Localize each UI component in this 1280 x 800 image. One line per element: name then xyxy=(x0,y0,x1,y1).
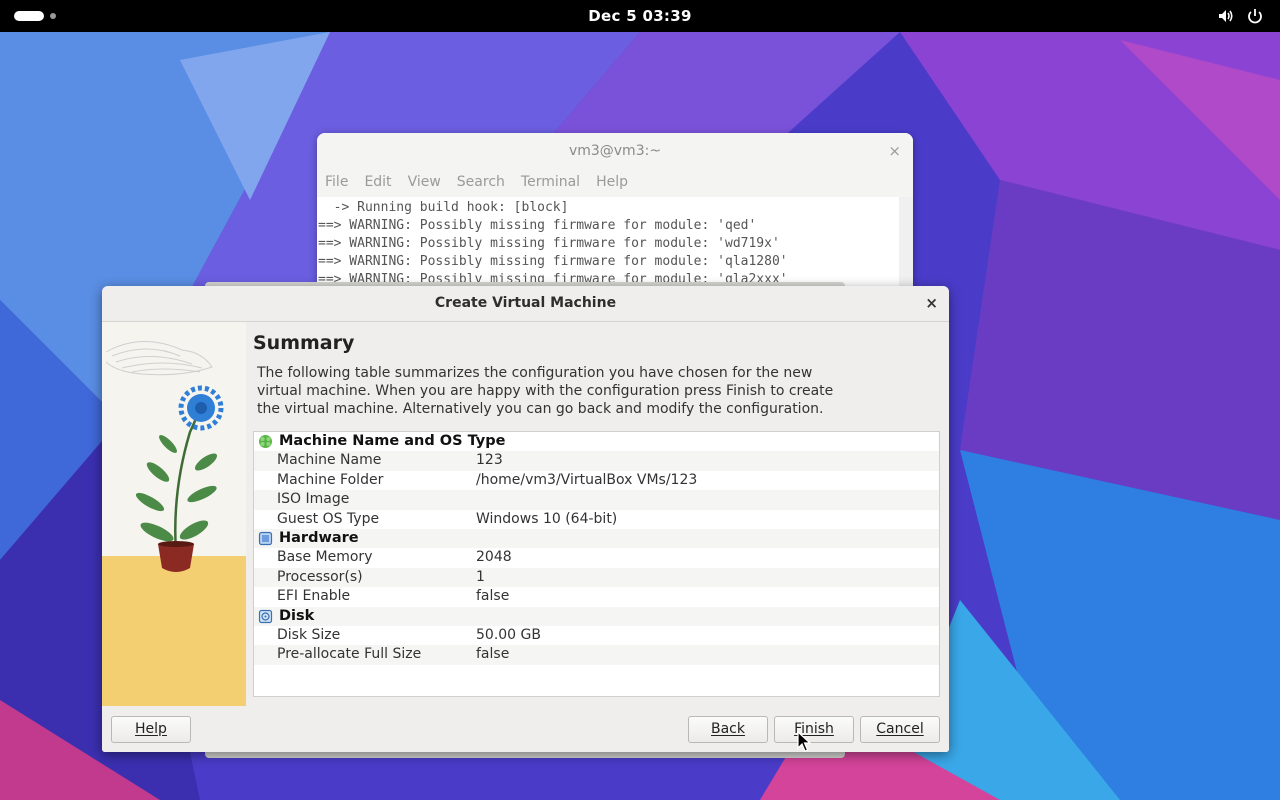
menu-terminal[interactable]: Terminal xyxy=(521,169,588,197)
section-row-hardware[interactable]: Hardware xyxy=(254,528,939,549)
disk-icon xyxy=(258,609,273,623)
row-key: Pre-allocate Full Size xyxy=(277,646,422,663)
terminal-scrollbar[interactable] xyxy=(899,197,913,293)
dialog-close-icon[interactable]: × xyxy=(925,286,938,321)
terminal-line: ==> WARNING: Possibly missing firmware f… xyxy=(318,218,757,233)
volume-icon[interactable] xyxy=(1217,7,1235,25)
create-vm-dialog: Create Virtual Machine × Summary The fol… xyxy=(102,286,949,752)
terminal-menubar: File Edit View Search Terminal Help xyxy=(317,169,913,197)
row-value: /home/vm3/VirtualBox VMs/123 xyxy=(476,471,698,488)
row-key: EFI Enable xyxy=(277,588,351,605)
row-key: ISO Image xyxy=(277,491,350,508)
dialog-button-bar: Help Back Finish Cancel xyxy=(102,706,949,752)
row-value: false xyxy=(476,588,510,605)
terminal-title: vm3@vm3:~ xyxy=(568,143,662,159)
table-row[interactable]: Processor(s) 1 xyxy=(254,567,939,588)
row-value: 2048 xyxy=(476,549,512,566)
terminal-window[interactable]: vm3@vm3:~ × File Edit View Search Termin… xyxy=(317,133,913,293)
finish-button[interactable]: Finish xyxy=(774,716,854,743)
table-row[interactable]: Disk Size 50.00 GB xyxy=(254,626,939,645)
table-row[interactable]: Machine Name 123 xyxy=(254,451,939,471)
top-bar: Dec 5 03:39 xyxy=(0,0,1280,32)
row-value: 50.00 GB xyxy=(476,626,541,643)
menu-help[interactable]: Help xyxy=(596,169,636,197)
section-row-machine[interactable]: Machine Name and OS Type xyxy=(254,432,939,451)
row-key: Guest OS Type xyxy=(277,510,380,527)
wizard-plant-illustration xyxy=(102,322,246,706)
machine-os-icon xyxy=(259,435,272,448)
back-button[interactable]: Back xyxy=(688,716,768,743)
terminal-line: ==> WARNING: Possibly missing firmware f… xyxy=(318,236,780,251)
menu-edit[interactable]: Edit xyxy=(364,169,399,197)
page-title: Summary xyxy=(253,332,355,354)
menu-search[interactable]: Search xyxy=(457,169,513,197)
terminal-close-icon[interactable]: × xyxy=(888,133,901,169)
mouse-pointer-icon xyxy=(797,731,811,752)
table-row[interactable]: Pre-allocate Full Size false xyxy=(254,645,939,665)
table-row[interactable]: Base Memory 2048 xyxy=(254,548,939,567)
row-value: Windows 10 (64-bit) xyxy=(476,510,618,527)
summary-table[interactable]: Machine Name and OS Type Machine Name 12… xyxy=(253,431,940,697)
row-value: 1 xyxy=(476,568,485,585)
table-row[interactable]: ISO Image xyxy=(254,490,939,510)
power-icon[interactable] xyxy=(1246,7,1264,25)
row-value: 123 xyxy=(476,452,503,469)
hardware-chip-icon xyxy=(258,531,273,546)
help-button[interactable]: Help xyxy=(111,716,191,743)
section-title: Disk xyxy=(279,607,315,624)
terminal-line: ==> WARNING: Possibly missing firmware f… xyxy=(318,254,788,269)
section-row-disk[interactable]: Disk xyxy=(254,606,939,626)
row-value: false xyxy=(476,646,510,663)
menu-file[interactable]: File xyxy=(325,169,356,197)
table-row[interactable]: Guest OS Type Windows 10 (64-bit) xyxy=(254,510,939,529)
table-row[interactable]: Machine Folder /home/vm3/VirtualBox VMs/… xyxy=(254,471,939,490)
clock[interactable]: Dec 5 03:39 xyxy=(0,7,1280,25)
table-row[interactable]: EFI Enable false xyxy=(254,587,939,606)
row-key: Disk Size xyxy=(277,626,341,643)
row-key: Base Memory xyxy=(277,549,373,566)
dialog-title: Create Virtual Machine xyxy=(434,295,617,311)
terminal-titlebar[interactable]: vm3@vm3:~ × xyxy=(317,133,913,169)
summary-description: The following table summarizes the confi… xyxy=(257,365,834,417)
cancel-button[interactable]: Cancel xyxy=(860,716,940,743)
terminal-output[interactable]: -> Running build hook: [block] ==> WARNIN… xyxy=(317,197,913,289)
terminal-line: -> Running build hook: [block] xyxy=(318,200,569,215)
row-key: Machine Folder xyxy=(277,471,384,488)
section-title: Machine Name and OS Type xyxy=(279,433,506,449)
row-key: Machine Name xyxy=(277,452,382,469)
dialog-titlebar[interactable]: Create Virtual Machine × xyxy=(102,286,949,322)
summary-content: Summary The following table summarizes t… xyxy=(253,322,943,418)
menu-view[interactable]: View xyxy=(408,169,449,197)
row-key: Processor(s) xyxy=(277,568,363,585)
section-title: Hardware xyxy=(279,529,359,546)
